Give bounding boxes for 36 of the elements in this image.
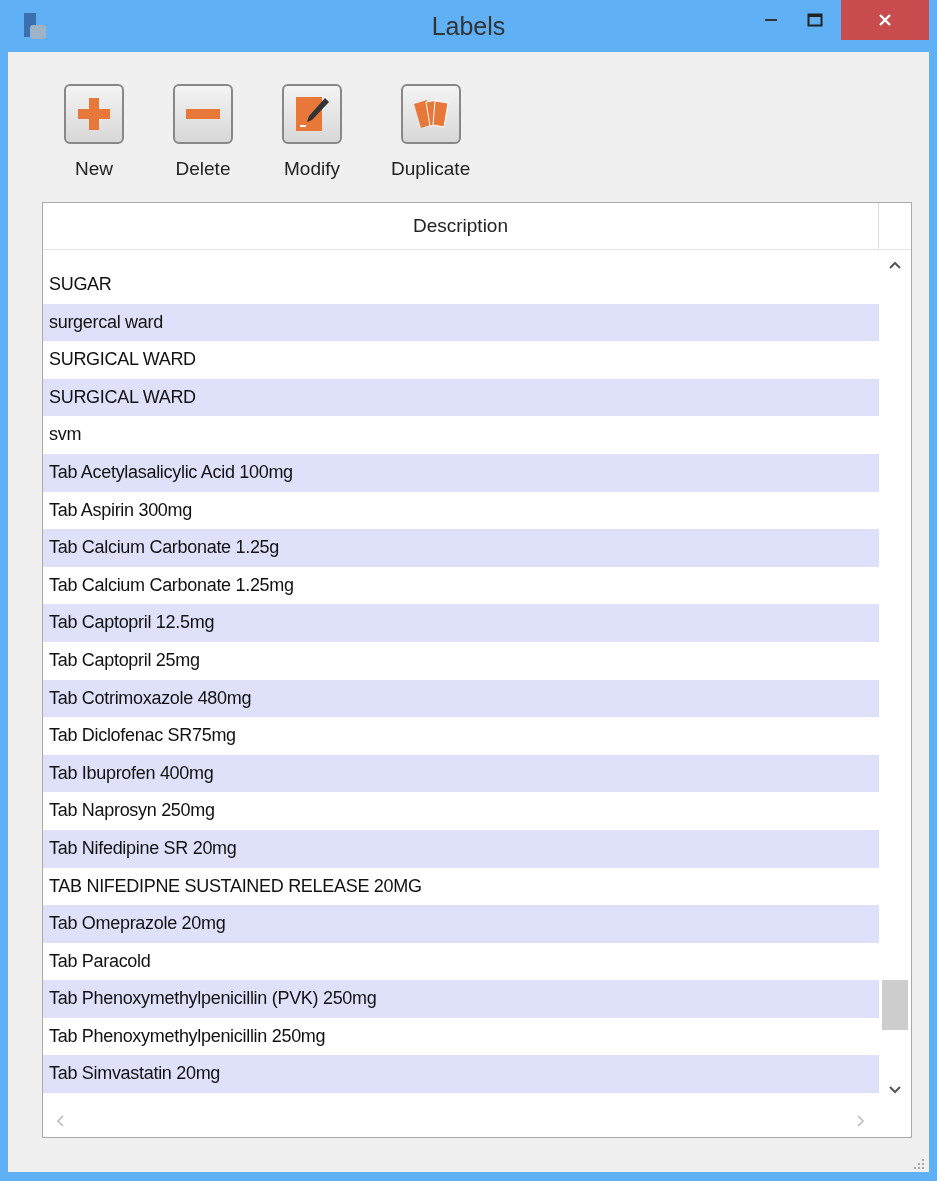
list-row[interactable]: Tab Ibuprofen 400mg xyxy=(43,754,879,793)
scroll-down-icon[interactable] xyxy=(888,1085,902,1095)
close-icon xyxy=(877,12,893,28)
minus-icon xyxy=(186,109,220,119)
minimize-icon xyxy=(765,19,777,21)
list-row[interactable]: Tab Simvastatin 20mg xyxy=(43,1055,879,1094)
maximize-icon xyxy=(807,13,823,27)
list-row[interactable]: Tab Naprosyn 250mg xyxy=(43,792,879,830)
list-row[interactable]: Tab Phenoxymethylpenicillin 250mg xyxy=(43,1017,879,1056)
list-row[interactable]: Tab Cotrimoxazole 480mg xyxy=(43,679,879,718)
list-row[interactable]: svm xyxy=(43,416,879,454)
scroll-right-icon[interactable] xyxy=(856,1114,866,1128)
window-title: Labels xyxy=(430,11,507,41)
scroll-left-icon[interactable] xyxy=(55,1114,65,1128)
list-row[interactable]: SURGICAL WARD xyxy=(43,378,879,417)
toolbar-button[interactable]: Duplicate xyxy=(391,84,471,202)
list-row[interactable]: Tab Phenoxymethylpenicillin (PVK) 250mg xyxy=(43,980,879,1018)
list-row[interactable]: Tab Acetylasalicylic Acid 100mg xyxy=(43,453,879,492)
list-row[interactable]: Tab Captopril 12.5mg xyxy=(43,604,879,642)
list-row[interactable]: Tab Omeprazole 20mg xyxy=(43,905,879,943)
list-row[interactable]: Tab Paracold xyxy=(43,942,879,981)
list-row[interactable]: Tab Diclofenac SR75mg xyxy=(43,717,879,755)
list-row[interactable]: SUGAR xyxy=(43,266,879,304)
app-icon xyxy=(22,11,48,41)
list-row[interactable]: SURGICAL WARD xyxy=(43,341,879,379)
list-row[interactable]: Tab Nifedipine SR 20mg xyxy=(43,829,879,868)
list-row[interactable]: surgercal ward xyxy=(43,303,879,342)
column-header[interactable]: Description xyxy=(43,203,879,249)
scroll-thumb[interactable] xyxy=(882,980,908,1030)
list-row[interactable]: Tab Captopril 25mg xyxy=(43,641,879,680)
list-row[interactable]: Tab Aspirin 300mg xyxy=(43,491,879,530)
resize-grip-icon[interactable] xyxy=(911,1156,925,1170)
list-row[interactable]: Tab Calcium Carbonate 1.25g xyxy=(43,529,879,567)
list-row[interactable]: TAB NIFEDIPNE SUSTAINED RELEASE 20MG xyxy=(43,867,879,906)
list-row[interactable]: Tab Calcium Carbonate 1.25mg xyxy=(43,566,879,605)
scroll-up-icon[interactable] xyxy=(888,260,902,270)
